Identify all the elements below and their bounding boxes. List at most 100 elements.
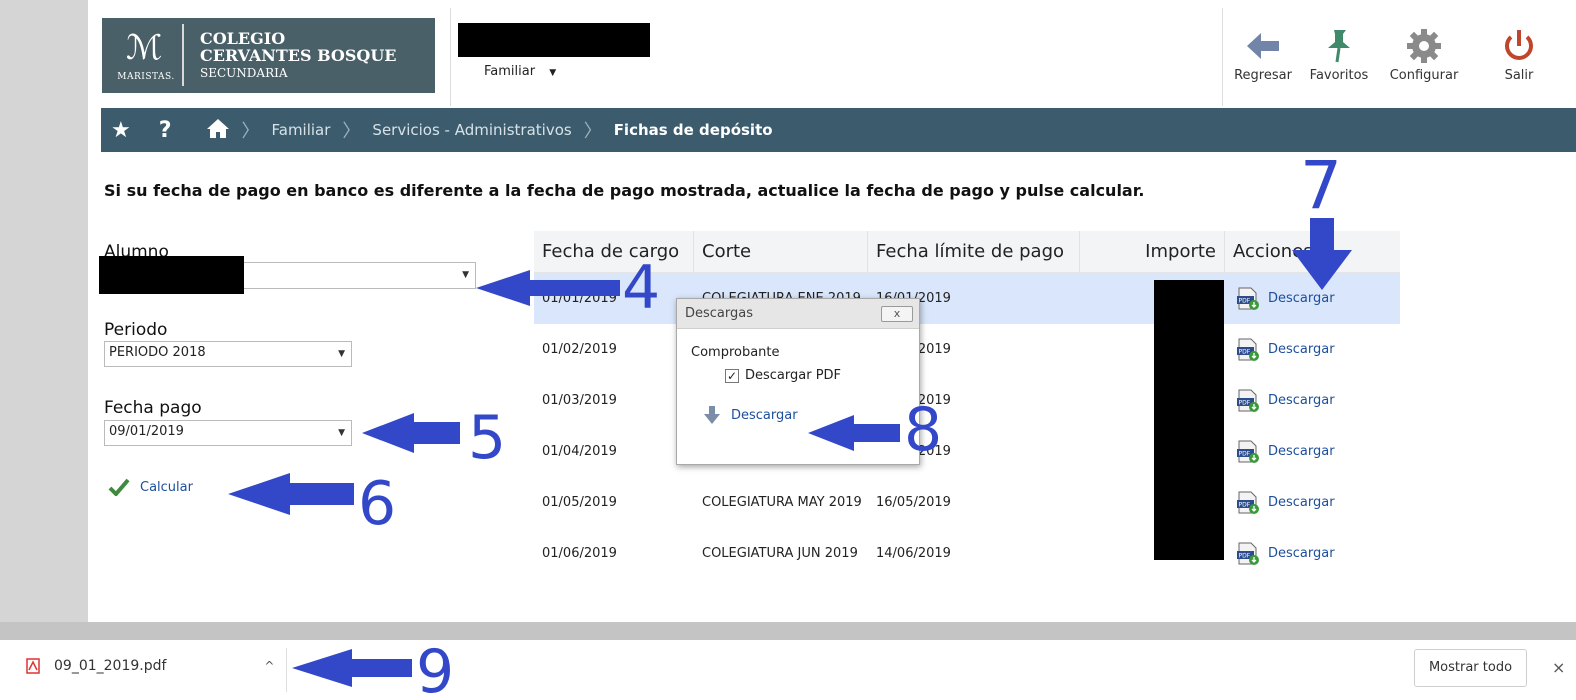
cell-acciones: PDF Descargar	[1236, 324, 1396, 375]
pdf-download-icon: PDF	[1237, 287, 1259, 310]
download-link[interactable]: PDF Descargar	[1236, 491, 1335, 515]
redacted-amounts	[1154, 280, 1224, 560]
annotation-number-4: 4	[622, 253, 661, 323]
annotation-arrow-4	[476, 270, 620, 306]
annotation-arrow-8	[808, 415, 900, 451]
periodo-label: Periodo	[104, 320, 168, 340]
annotation-number-9: 9	[416, 637, 455, 700]
pdf-download-icon: PDF	[1237, 542, 1259, 565]
table-row[interactable]: 01/06/2019 COLEGIATURA JUN 2019 14/06/2019…	[534, 528, 1400, 579]
annotation-arrow-6	[228, 473, 354, 515]
left-gutter	[0, 0, 88, 624]
cell-fecha-cargo: 01/06/2019	[542, 546, 617, 561]
chevron-up-icon[interactable]: ^	[264, 659, 274, 673]
school-level: SECUNDARIA	[200, 66, 288, 80]
col-importe: Importe	[1080, 231, 1225, 273]
col-corte: Corte	[694, 231, 868, 273]
fecha-pago-label: Fecha pago	[104, 398, 202, 418]
redacted-user-name	[458, 23, 650, 57]
table-row[interactable]: 01/05/2019 COLEGIATURA MAY 2019 16/05/2019…	[534, 477, 1400, 528]
cell-acciones: PDF Descargar	[1236, 477, 1396, 528]
annotation-number-6: 6	[358, 469, 397, 539]
checkbox-checked[interactable]: ✓	[725, 368, 739, 383]
arrow-left-icon	[1232, 24, 1294, 68]
table-body: 01/01/2019COLEGIATURA ENE 201916/01/2019…	[534, 273, 1400, 579]
user-role-menu[interactable]: Familiar ▼	[484, 64, 556, 79]
header-divider	[450, 8, 451, 106]
download-link[interactable]: PDF Descargar	[1236, 542, 1335, 566]
cell-corte: COLEGIATURA MAY 2019	[702, 495, 862, 510]
pdf-download-icon: PDF	[1237, 389, 1259, 412]
download-link[interactable]: PDF Descargar	[1236, 338, 1335, 362]
breadcrumb-item-servicios[interactable]: Servicios - Administrativos	[372, 121, 571, 139]
downloaded-file-item[interactable]: 09_01_2019.pdf ^	[26, 658, 274, 674]
download-link[interactable]: PDF Descargar	[1236, 440, 1335, 464]
fecha-pago-select[interactable]: 09/01/2019 ▼	[104, 420, 352, 446]
download-bar-divider	[286, 648, 287, 692]
settings-button[interactable]: Configurar	[1386, 24, 1462, 83]
caret-down-icon: ▼	[338, 428, 345, 438]
svg-text:PDF: PDF	[1239, 297, 1251, 304]
pdf-file-icon	[26, 658, 40, 674]
show-all-button[interactable]: Mostrar todo	[1414, 649, 1527, 687]
crest-icon: ℳ MARISTAS.	[110, 24, 184, 86]
download-link[interactable]: PDF Descargar	[1236, 389, 1335, 413]
cell-fecha-cargo: 01/03/2019	[542, 393, 617, 408]
annotation-arrow-5	[362, 413, 460, 453]
breadcrumb-separator: 〉	[583, 121, 602, 142]
breadcrumb: ★ ? 〉 Familiar 〉 Servicios - Administrat…	[101, 108, 1576, 152]
cell-fecha-limite: 16/05/2019	[876, 495, 951, 510]
star-icon[interactable]: ★	[111, 118, 131, 143]
cell-fecha-cargo: 01/04/2019	[542, 444, 617, 459]
annotation-number-8: 8	[904, 395, 943, 465]
cell-fecha-limite: 14/06/2019	[876, 546, 951, 561]
redacted-student-name	[99, 256, 244, 294]
cell-fecha-cargo: 01/02/2019	[542, 342, 617, 357]
close-button[interactable]: x	[881, 306, 913, 322]
svg-text:PDF: PDF	[1239, 348, 1251, 355]
svg-text:PDF: PDF	[1239, 450, 1251, 457]
header-divider	[1222, 8, 1223, 106]
deposit-slips-table: Fecha de cargo Corte Fecha límite de pag…	[534, 231, 1400, 579]
home-icon[interactable]	[206, 117, 230, 143]
svg-text:PDF: PDF	[1239, 501, 1251, 508]
back-button[interactable]: Regresar	[1232, 24, 1294, 83]
breadcrumb-item-familiar[interactable]: Familiar	[272, 121, 331, 139]
annotation-arrow-9	[292, 649, 412, 687]
calcular-button[interactable]: Calcular	[108, 478, 193, 496]
pdf-download-icon: PDF	[1237, 338, 1259, 361]
annotation-arrow-7	[1292, 218, 1352, 290]
col-fecha-limite: Fecha límite de pago	[868, 231, 1080, 273]
breadcrumb-current: Fichas de depósito	[613, 121, 773, 139]
cell-fecha-cargo: 01/05/2019	[542, 495, 617, 510]
caret-down-icon: ▼	[462, 270, 469, 280]
periodo-select[interactable]: PERIODO 2018 ▼	[104, 341, 352, 367]
breadcrumb-separator: 〉	[342, 121, 361, 142]
arrow-down-icon	[704, 406, 720, 424]
cell-corte: COLEGIATURA JUN 2019	[702, 546, 858, 561]
favorites-button[interactable]: Favoritos	[1306, 24, 1372, 83]
pdf-download-icon: PDF	[1237, 491, 1259, 514]
instruction-text: Si su fecha de pago en banco es diferent…	[104, 181, 1145, 200]
table-header: Fecha de cargo Corte Fecha límite de pag…	[534, 231, 1400, 273]
help-icon[interactable]: ?	[159, 118, 172, 143]
pushpin-icon	[1306, 24, 1372, 68]
download-pdf-option[interactable]: ✓ Descargar PDF	[725, 368, 905, 383]
table-row[interactable]: 01/01/2019COLEGIATURA ENE 201916/01/2019…	[534, 273, 1400, 324]
school-logo[interactable]: ℳ MARISTAS. COLEGIO CERVANTES BOSQUE SEC…	[102, 18, 435, 93]
breadcrumb-separator: 〉	[241, 121, 260, 142]
close-download-bar-icon[interactable]: ×	[1552, 658, 1565, 677]
dialog-title-bar: Descargas x	[677, 299, 919, 329]
annotation-number-5: 5	[468, 403, 507, 473]
table-row[interactable]: 01/04/201916/04/2019PDFDescargar	[534, 426, 1400, 477]
logout-button[interactable]: Salir	[1494, 24, 1544, 83]
cell-acciones: PDF Descargar	[1236, 528, 1396, 579]
caret-down-icon: ▼	[338, 349, 345, 359]
table-row[interactable]: 01/02/201915/02/2019PDFDescargar	[534, 324, 1400, 375]
power-icon	[1494, 24, 1544, 68]
caret-down-icon: ▼	[549, 68, 557, 78]
checkmark-icon	[108, 478, 130, 496]
svg-text:PDF: PDF	[1239, 552, 1251, 559]
school-name: COLEGIO CERVANTES BOSQUE	[200, 29, 397, 65]
table-row[interactable]: 01/03/201915/03/2019PDFDescargar	[534, 375, 1400, 426]
